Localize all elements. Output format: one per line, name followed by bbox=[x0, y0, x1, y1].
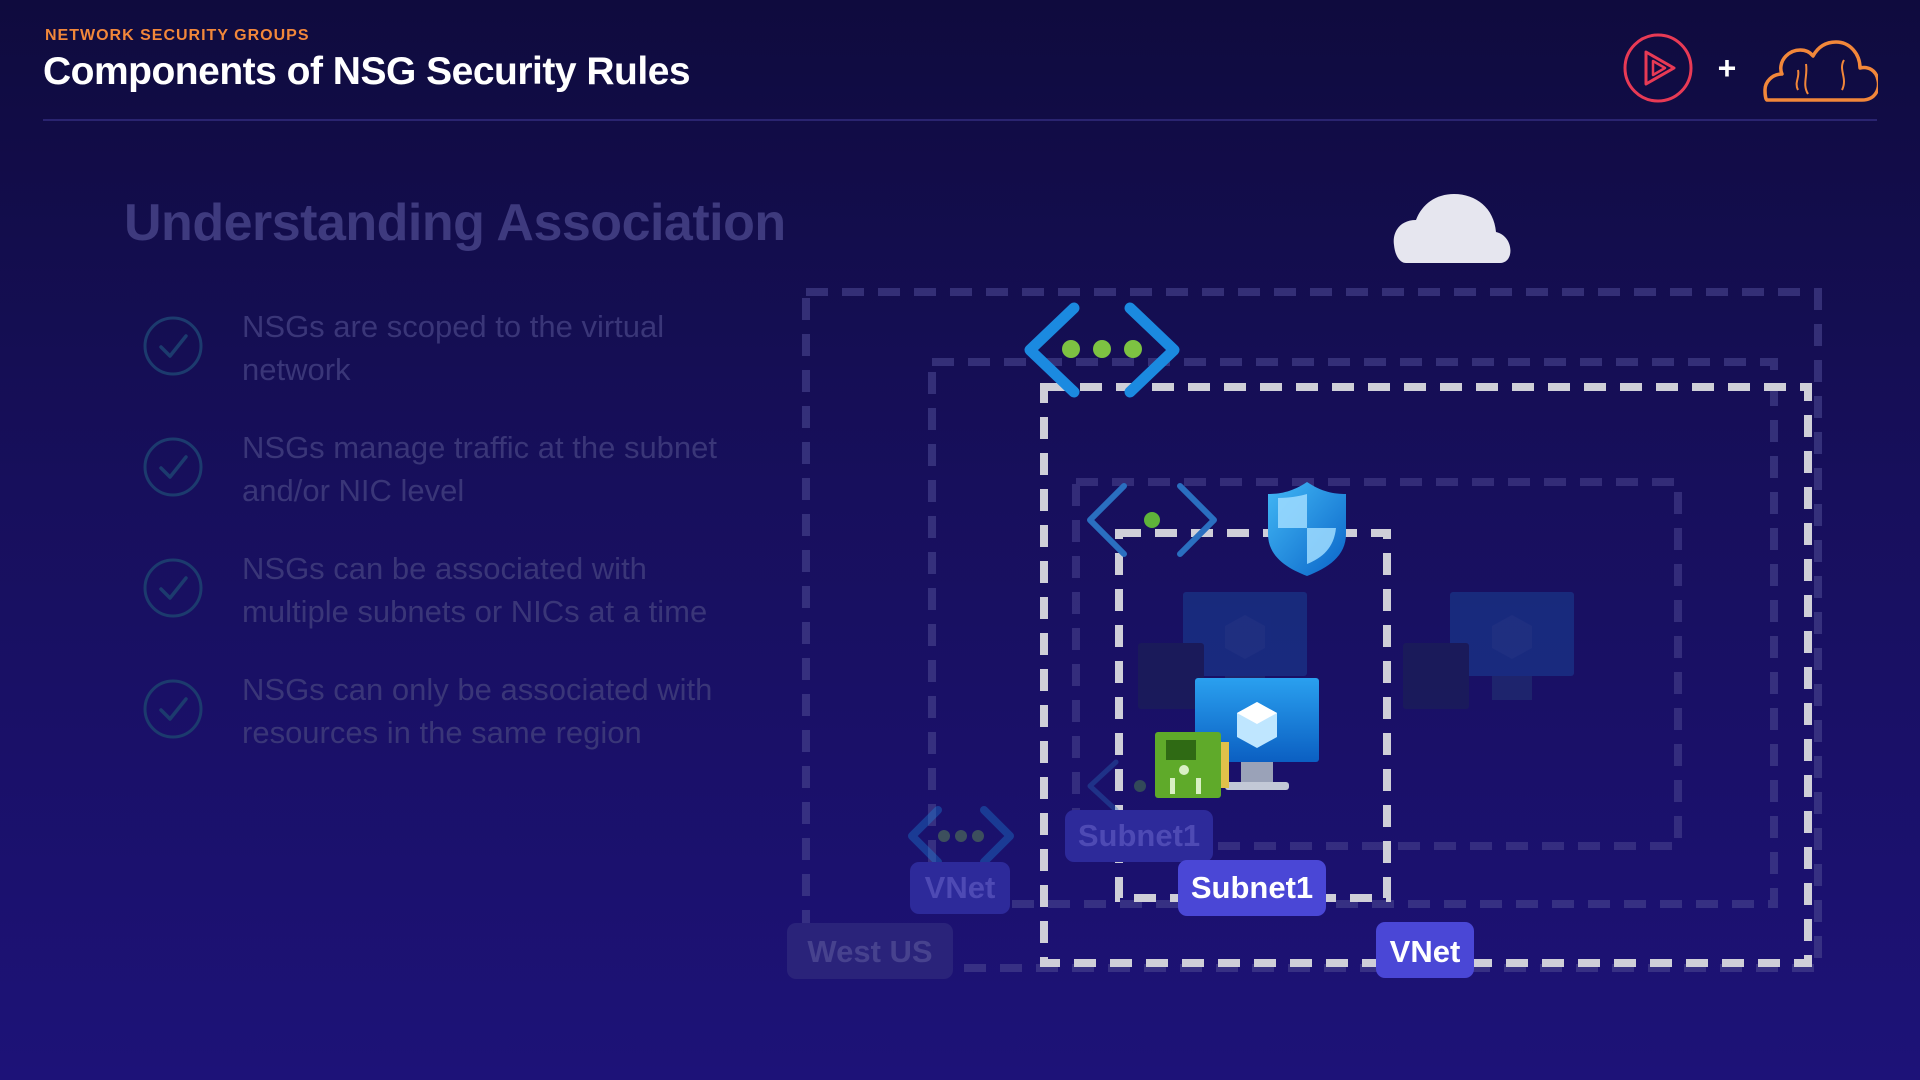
nsg-shield-icon bbox=[1268, 482, 1346, 576]
vnet-icon bbox=[908, 806, 1014, 866]
vnet-icon bbox=[1024, 302, 1180, 398]
subnet-label: Subnet1 bbox=[1178, 860, 1326, 916]
subnet-icon bbox=[1087, 483, 1217, 557]
svg-text:VNet: VNet bbox=[1390, 934, 1461, 969]
svg-text:Subnet1: Subnet1 bbox=[1191, 870, 1313, 905]
vnet-boundary-faded bbox=[928, 358, 1778, 908]
network-diagram: West US VNet Subnet1 Subnet1 VNet bbox=[787, 194, 1822, 979]
virtual-machine-icon bbox=[1403, 592, 1574, 709]
region-label: West US bbox=[787, 923, 953, 979]
svg-text:VNet: VNet bbox=[925, 870, 996, 905]
subnet-label-faded: Subnet1 bbox=[1065, 810, 1213, 862]
vnet-label-faded: VNet bbox=[910, 862, 1010, 914]
nic-icon bbox=[1155, 732, 1229, 798]
vnet-label: VNet bbox=[1376, 922, 1474, 978]
cloud-icon bbox=[1393, 194, 1511, 263]
svg-text:Subnet1: Subnet1 bbox=[1078, 818, 1200, 853]
svg-text:West US: West US bbox=[807, 934, 932, 969]
